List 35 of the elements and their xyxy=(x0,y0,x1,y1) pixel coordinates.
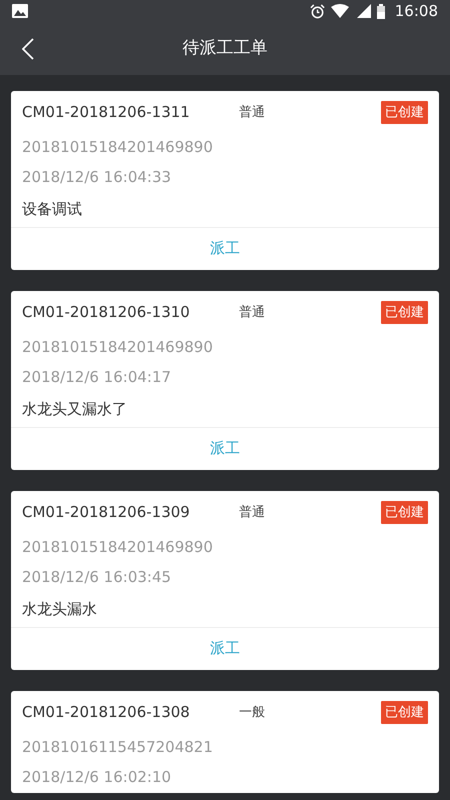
alarm-icon xyxy=(310,4,325,19)
image-icon xyxy=(12,4,28,18)
status-badge: 已创建 xyxy=(381,300,428,324)
order-description: 设备调试 xyxy=(21,198,83,220)
order-number: 20181015184201469890 xyxy=(21,336,214,358)
order-code: CM01-20181206-1311 xyxy=(22,102,191,124)
order-number: 20181015184201469890 xyxy=(21,536,214,558)
signal-icon xyxy=(354,4,371,18)
priority-label: 普通 xyxy=(239,304,265,322)
order-description: 水龙头又漏水了 xyxy=(21,398,128,420)
order-description: 水龙头漏水 xyxy=(21,598,98,620)
page-title: 待派工工单 xyxy=(182,36,268,60)
priority-label: 一般 xyxy=(239,704,265,722)
status-badge: 已创建 xyxy=(381,700,428,724)
clock-time: 16:08 xyxy=(394,1,438,22)
order-number: 20181015184201469890 xyxy=(21,136,214,158)
order-code: CM01-20181206-1308 xyxy=(22,702,191,724)
order-time: 2018/12/6 16:04:17 xyxy=(21,366,172,388)
work-order-card[interactable]: CM01-20181206-1310 普通 已创建 20181015184201469890 2018/12/6 16:04:17 水龙头又漏水了 派工 xyxy=(11,290,439,470)
order-number: 20181016115457204821 xyxy=(21,736,214,758)
back-icon xyxy=(22,38,34,60)
order-code: CM01-20181206-1310 xyxy=(22,302,191,324)
order-time: 2018/12/6 16:02:10 xyxy=(21,766,172,788)
order-time: 2018/12/6 16:03:45 xyxy=(21,566,172,588)
battery-icon xyxy=(376,4,385,19)
wifi-icon xyxy=(330,4,349,18)
order-time: 2018/12/6 16:04:33 xyxy=(21,166,172,188)
work-order-card[interactable]: CM01-20181206-1311 普通 已创建 20181015184201469890 2018/12/6 16:04:33 设备调试 派工 xyxy=(11,90,439,270)
status-badge: 已创建 xyxy=(381,500,428,524)
status-badge: 已创建 xyxy=(381,100,428,124)
work-order-card[interactable]: CM01-20181206-1308 一般 已创建 20181016115457204821 2018/12/6 16:02:10 xyxy=(11,690,439,792)
priority-label: 普通 xyxy=(239,504,265,522)
priority-label: 普通 xyxy=(239,104,265,122)
order-code: CM01-20181206-1309 xyxy=(22,502,191,524)
work-order-card[interactable]: CM01-20181206-1309 普通 已创建 20181015184201469890 2018/12/6 16:03:45 水龙头漏水 派工 xyxy=(11,490,439,670)
